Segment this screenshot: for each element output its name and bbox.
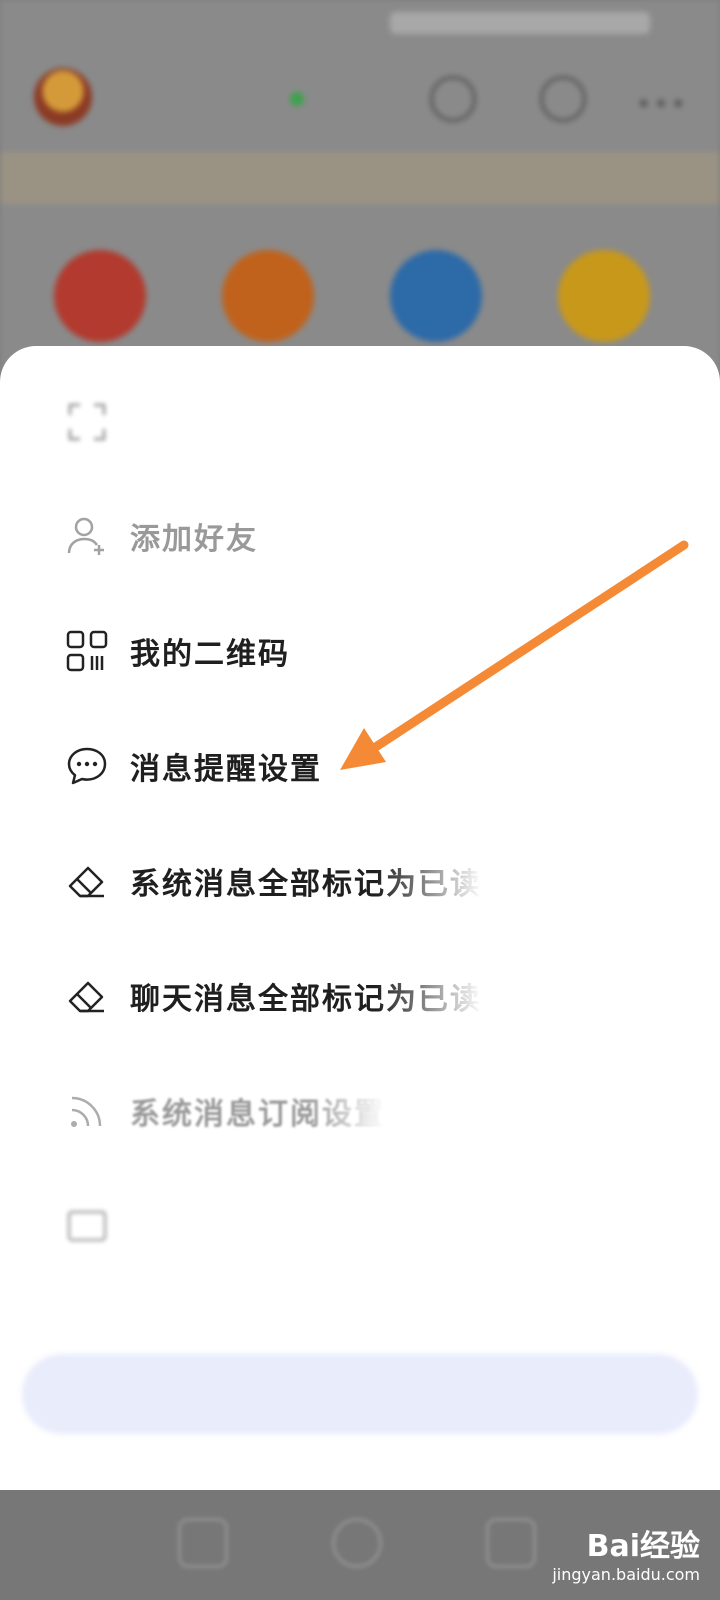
bottom-sheet-menu: 添加好友 我的二维码 消息提醒设置 系统消息全部标记为已读 聊天消息全部标记为已… bbox=[0, 346, 720, 1490]
menu-item-label: 添加好友 bbox=[130, 522, 258, 557]
back-nav-icon[interactable] bbox=[178, 1518, 228, 1568]
quick-icon-1 bbox=[54, 250, 146, 342]
online-status-dot bbox=[290, 92, 304, 106]
menu-item-mark-chat-read[interactable]: 聊天消息全部标记为已读 bbox=[0, 938, 720, 1054]
quick-icon-2 bbox=[222, 250, 314, 342]
menu-item-subscription-settings[interactable]: 系统消息订阅设置 bbox=[0, 1053, 720, 1169]
system-nav-bar: Bai经验 jingyan.baidu.com bbox=[0, 1490, 720, 1600]
menu-item-label: 系统消息全部标记为已读 bbox=[130, 867, 482, 902]
contacts-icon bbox=[540, 76, 586, 122]
menu-item-label: 我的二维码 bbox=[130, 637, 290, 672]
menu-item-add-friend[interactable]: 添加好友 bbox=[0, 478, 720, 594]
app-header: ••• bbox=[0, 62, 720, 142]
menu-item-my-qr-code[interactable]: 我的二维码 bbox=[0, 593, 720, 709]
eraser-icon bbox=[68, 981, 104, 1013]
qr-code-icon bbox=[66, 630, 108, 672]
menu-item-mark-system-read[interactable]: 系统消息全部标记为已读 bbox=[0, 823, 720, 939]
menu-item-label: 聊天消息全部标记为已读 bbox=[130, 982, 482, 1017]
chat-bubble-icon bbox=[67, 747, 107, 785]
watermark-brand: Bai经验 bbox=[586, 1529, 700, 1564]
search-icon bbox=[430, 76, 476, 122]
rss-icon bbox=[71, 1096, 102, 1127]
menu-item-label: 消息提醒设置 bbox=[130, 752, 322, 787]
watermark: Bai经验 jingyan.baidu.com bbox=[552, 1521, 700, 1584]
more-icon: ••• bbox=[635, 90, 688, 120]
add-friend-icon bbox=[67, 517, 104, 555]
close-button[interactable] bbox=[22, 1354, 698, 1434]
app-logo bbox=[34, 68, 92, 126]
scan-icon bbox=[68, 403, 106, 441]
menu-item-mail[interactable] bbox=[0, 1168, 720, 1284]
recent-apps-nav-icon[interactable] bbox=[486, 1518, 536, 1568]
status-icons bbox=[390, 12, 650, 34]
watermark-url: jingyan.baidu.com bbox=[552, 1565, 700, 1584]
home-nav-icon[interactable] bbox=[332, 1518, 382, 1568]
menu-item-message-reminder-settings[interactable]: 消息提醒设置 bbox=[0, 708, 720, 824]
status-bar bbox=[0, 0, 720, 50]
notice-bar bbox=[0, 152, 720, 204]
quick-icon-4 bbox=[558, 250, 650, 342]
mail-icon bbox=[67, 1210, 107, 1242]
menu-item-label: 系统消息订阅设置 bbox=[130, 1097, 386, 1132]
menu-item-scan[interactable] bbox=[0, 364, 720, 480]
quick-icon-3 bbox=[390, 250, 482, 342]
eraser-icon bbox=[68, 866, 104, 898]
